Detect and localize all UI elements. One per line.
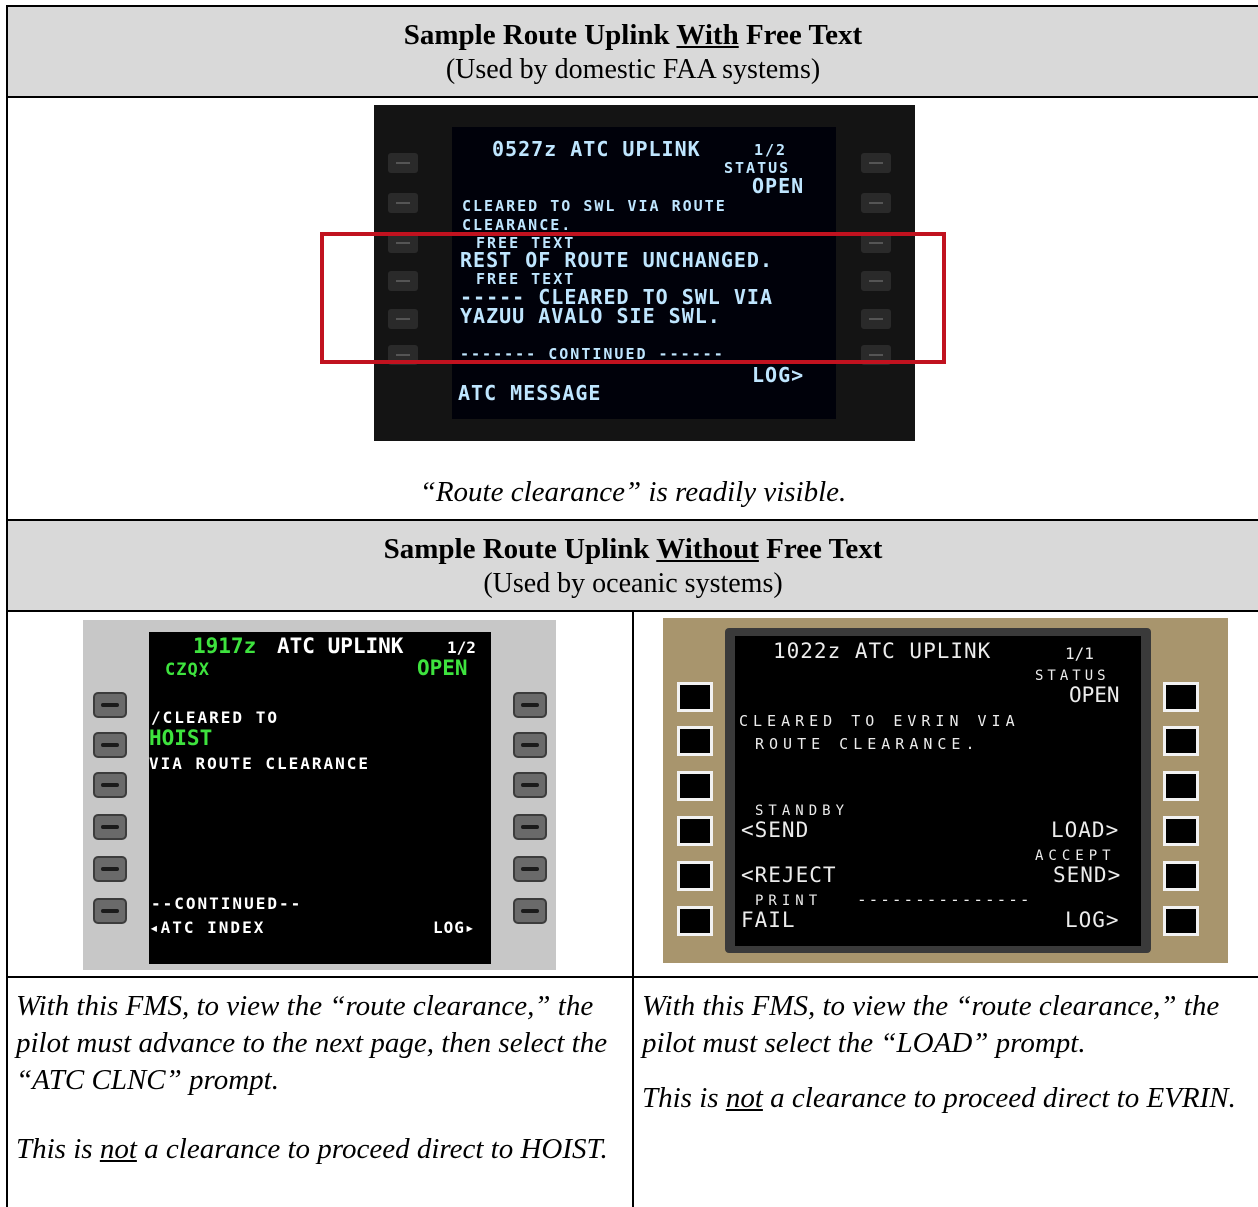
fms-accept-label: ACCEPT bbox=[1035, 848, 1116, 864]
fms-page-number: 1/1 bbox=[1065, 644, 1094, 663]
section1-subtitle: (Used by domestic FAA systems) bbox=[445, 54, 821, 85]
section2-header: Sample Route Uplink Without Free Text (U… bbox=[8, 521, 1258, 610]
fms-line: /CLEARED TO bbox=[151, 708, 279, 727]
line-select-key[interactable] bbox=[677, 906, 713, 936]
line-select-key[interactable] bbox=[388, 193, 418, 213]
fms-load-prompt[interactable]: LOAD> bbox=[1051, 820, 1119, 841]
line-select-key[interactable] bbox=[677, 682, 713, 712]
table-column-divider bbox=[632, 610, 634, 1207]
line-select-key[interactable] bbox=[93, 732, 127, 758]
fms-continued: --CONTINUED-- bbox=[151, 894, 303, 913]
line-select-key[interactable] bbox=[513, 856, 547, 882]
fms-status-label: STATUS bbox=[1035, 668, 1110, 684]
fms-display: 1022z ATC UPLINK 1/1 STATUS OPEN CLEARED… bbox=[735, 636, 1141, 946]
fms-accept-send-prompt[interactable]: SEND> bbox=[1053, 865, 1121, 886]
fms-log-prompt[interactable]: LOG> bbox=[752, 365, 804, 385]
line-select-key[interactable] bbox=[1163, 816, 1199, 846]
line-select-key[interactable] bbox=[861, 193, 891, 213]
line-select-key[interactable] bbox=[1163, 771, 1199, 801]
line-select-key[interactable] bbox=[93, 898, 127, 924]
line-select-key[interactable] bbox=[513, 898, 547, 924]
section1-header: Sample Route Uplink With Free Text (Used… bbox=[8, 7, 1258, 96]
line-select-key[interactable] bbox=[677, 816, 713, 846]
fms-standby-label: STANDBY bbox=[755, 803, 850, 819]
fms-screen-left: 1917z ATC UPLINK 1/2 CZQX OPEN /CLEARED … bbox=[83, 620, 556, 970]
left-cell-text: With this FMS, to view the “route cleara… bbox=[16, 988, 626, 1168]
section1-title: Sample Route Uplink With Free Text bbox=[403, 19, 863, 51]
line-select-key[interactable] bbox=[513, 692, 547, 718]
fms-line: CLEARED TO SWL VIA ROUTE bbox=[462, 197, 727, 215]
line-select-key[interactable] bbox=[513, 772, 547, 798]
line-select-key[interactable] bbox=[677, 726, 713, 756]
fms-status: OPEN bbox=[417, 656, 468, 680]
fms-atc-message[interactable]: ATC MESSAGE bbox=[458, 383, 601, 403]
fms-page-number: 1/2 bbox=[754, 141, 788, 159]
line-select-key[interactable] bbox=[1163, 906, 1199, 936]
fms-log-prompt[interactable]: LOG▸ bbox=[433, 920, 476, 936]
fms-line: VIA ROUTE CLEARANCE bbox=[149, 754, 371, 773]
line-select-key[interactable] bbox=[513, 814, 547, 840]
table-rule bbox=[6, 96, 1258, 98]
fms-facility: CZQX bbox=[165, 660, 210, 680]
fms-display: 1917z ATC UPLINK 1/2 CZQX OPEN /CLEARED … bbox=[149, 632, 491, 964]
left-cell-note: This is not a clearance to proceed direc… bbox=[16, 1133, 608, 1165]
fms-atc-index-prompt[interactable]: ◂ATC INDEX bbox=[149, 920, 265, 936]
fms-header: 0527z ATC UPLINK bbox=[492, 137, 701, 161]
line-select-key[interactable] bbox=[93, 814, 127, 840]
left-cell-paragraph: With this FMS, to view the “route cleara… bbox=[16, 990, 608, 1096]
fms-line: CLEARANCE. bbox=[462, 216, 573, 234]
section2-title: Sample Route Uplink Without Free Text bbox=[383, 533, 883, 565]
fms-print-label: PRINT bbox=[755, 893, 823, 909]
fms-status-value: OPEN bbox=[1069, 683, 1120, 707]
section1-caption: “Route clearance” is readily visible. bbox=[419, 476, 847, 508]
line-select-key[interactable] bbox=[1163, 861, 1199, 891]
fms-line: ROUTE CLEARANCE. bbox=[755, 735, 980, 753]
fms-time: 1917z bbox=[193, 634, 257, 658]
right-cell-note: This is not a clearance to proceed direc… bbox=[642, 1082, 1236, 1114]
line-select-key[interactable] bbox=[93, 856, 127, 882]
fms-fail-label: FAIL bbox=[741, 908, 796, 932]
line-select-key[interactable] bbox=[513, 732, 547, 758]
line-select-key[interactable] bbox=[93, 692, 127, 718]
fms-reject-prompt[interactable]: <REJECT bbox=[741, 865, 837, 886]
line-select-key[interactable] bbox=[1163, 682, 1199, 712]
fms-fix: HOIST bbox=[149, 726, 213, 750]
line-select-key[interactable] bbox=[1163, 726, 1199, 756]
fms-divider-dashes: --------------- bbox=[857, 890, 1032, 909]
right-cell-text: With this FMS, to view the “route cleara… bbox=[642, 988, 1254, 1117]
line-select-key[interactable] bbox=[677, 861, 713, 891]
highlight-box bbox=[320, 232, 946, 364]
fms-log-prompt[interactable]: LOG> bbox=[1065, 910, 1120, 931]
fms-header: ATC UPLINK bbox=[277, 634, 404, 658]
fms-screen-right: 1022z ATC UPLINK 1/1 STATUS OPEN CLEARED… bbox=[663, 618, 1228, 963]
fms-status-value: OPEN bbox=[752, 174, 805, 198]
fms-line: CLEARED TO EVRIN VIA bbox=[739, 712, 1020, 730]
fms-send-prompt[interactable]: <SEND bbox=[741, 820, 809, 841]
right-cell-paragraph: With this FMS, to view the “route cleara… bbox=[642, 990, 1220, 1059]
section2-subtitle: (Used by oceanic systems) bbox=[483, 568, 783, 599]
line-select-key[interactable] bbox=[388, 153, 418, 173]
line-select-key[interactable] bbox=[677, 771, 713, 801]
fms-header: 1022z ATC UPLINK bbox=[773, 639, 992, 663]
fms-page-number: 1/2 bbox=[447, 638, 476, 657]
line-select-key[interactable] bbox=[93, 772, 127, 798]
line-select-key[interactable] bbox=[861, 153, 891, 173]
